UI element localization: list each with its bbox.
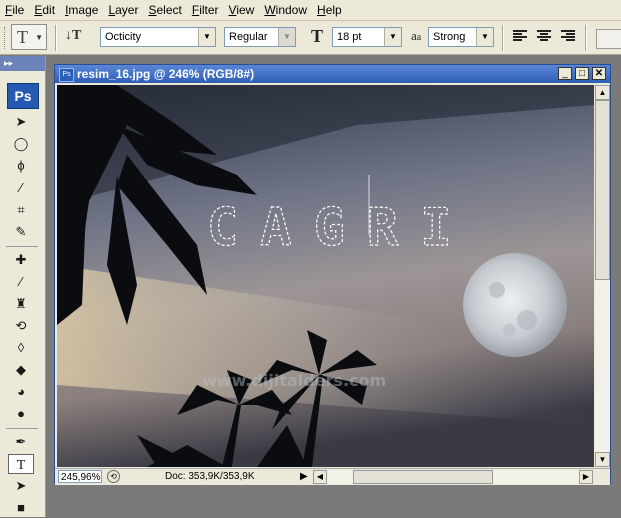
pen-tool-icon[interactable]: ✒: [8, 432, 34, 452]
toolbox: ▸▸ Ps ➤ ◯ ϕ ⁄ ⌗ ✎ ✚ ⁄ ♜ ⟲ ◊ ◆ ◕ ● ✒ T ➤ …: [0, 56, 46, 517]
align-left-icon[interactable]: [513, 29, 529, 45]
document-titlebar[interactable]: Ps resim_16.jpg @ 246% (RGB/8#) _ □ ✕: [55, 65, 610, 83]
toolbox-divider: [6, 246, 38, 247]
image-canvas[interactable]: CAGRI www.dijitalders.com: [57, 85, 594, 467]
menu-window[interactable]: Window: [259, 0, 312, 20]
type-mask-tool-icon: T: [17, 27, 28, 47]
minimize-button[interactable]: _: [558, 67, 572, 80]
font-size-icon: T: [311, 26, 324, 46]
scroll-down-icon[interactable]: ▼: [595, 452, 610, 467]
vertical-scrollbar[interactable]: ▲ ▼: [595, 85, 610, 467]
path-selection-icon[interactable]: ➤: [8, 476, 34, 496]
menu-filter-label: ilter: [199, 3, 219, 17]
options-divider: [55, 25, 57, 51]
scroll-right-icon[interactable]: ▶: [579, 470, 593, 484]
menu-bar: File Edit Image Layer Select Filter View…: [0, 0, 621, 21]
font-style-value: Regular: [229, 31, 268, 43]
menu-select[interactable]: Select: [143, 0, 186, 20]
horizontal-scrollbar[interactable]: ◀ ▶: [313, 470, 593, 484]
menu-file[interactable]: File: [0, 0, 29, 20]
moon: [463, 253, 567, 357]
status-bar: 245,96% ⟲ Doc: 353,9K/353,9K ▶ ◀ ▶: [55, 468, 610, 485]
align-right-icon[interactable]: [561, 29, 577, 45]
menu-file-label: ile: [12, 3, 25, 17]
doc-size: Doc: 353,9K/353,9K: [165, 471, 255, 482]
chevron-down-icon[interactable]: ▼: [198, 28, 215, 46]
menu-edit-label: dit: [42, 3, 56, 17]
menu-help-label: elp: [325, 3, 342, 17]
watermark: www.dijitalders.com: [202, 371, 386, 390]
healing-brush-icon[interactable]: ✚: [8, 250, 34, 270]
maximize-button[interactable]: □: [575, 67, 589, 80]
close-button[interactable]: ✕: [592, 67, 606, 80]
ps-document-icon: Ps: [59, 68, 74, 82]
dodge-tool-icon[interactable]: ●: [8, 404, 34, 424]
shape-tool-icon[interactable]: ■: [8, 498, 34, 518]
chevron-down-icon[interactable]: ▼: [278, 28, 295, 46]
menu-view-label: iew: [236, 3, 255, 17]
chevron-down-icon[interactable]: ▼: [384, 28, 401, 46]
magic-wand-tool-icon[interactable]: ⁄: [8, 178, 34, 198]
photo: CAGRI www.dijitalders.com: [57, 85, 594, 467]
font-style-select[interactable]: Regular ▼: [224, 27, 296, 47]
options-bar: T ▼ ↓T Octicity ▼ Regular ▼ T 18 pt ▼ aa…: [0, 21, 621, 55]
anti-alias-icon: aa: [411, 28, 421, 44]
slice-tool-icon[interactable]: ✎: [8, 222, 34, 242]
menu-layer[interactable]: Layer: [103, 0, 143, 20]
align-center-icon[interactable]: [537, 29, 553, 45]
options-divider: [585, 25, 587, 51]
toolbox-divider: [6, 428, 38, 429]
status-info-icon[interactable]: ⟲: [107, 470, 120, 483]
options-grip[interactable]: [4, 27, 8, 49]
menu-window-label: indow: [275, 3, 308, 17]
menu-image[interactable]: Image: [60, 0, 103, 20]
status-menu-arrow-icon[interactable]: ▶: [300, 471, 308, 482]
tool-preset-picker[interactable]: T ▼: [11, 24, 47, 50]
scroll-up-icon[interactable]: ▲: [595, 85, 610, 100]
toolbox-header[interactable]: ▸▸: [0, 56, 45, 71]
blur-tool-icon[interactable]: ◕: [8, 382, 34, 402]
text-orientation-icon[interactable]: ↓T: [65, 28, 81, 44]
marquee-tool-icon[interactable]: ◯: [8, 134, 34, 154]
menu-view[interactable]: View: [224, 0, 260, 20]
crop-tool-icon[interactable]: ⌗: [8, 200, 34, 220]
paint-bucket-icon[interactable]: ◆: [8, 360, 34, 380]
scroll-left-icon[interactable]: ◀: [313, 470, 327, 484]
anti-alias-select[interactable]: Strong ▼: [428, 27, 494, 47]
menu-window-accel: W: [264, 3, 276, 17]
menu-edit[interactable]: Edit: [29, 0, 60, 20]
menu-layer-label: ayer: [115, 3, 139, 17]
vertical-scroll-thumb[interactable]: [595, 100, 610, 280]
font-size-value: 18 pt: [337, 31, 362, 43]
font-size-select[interactable]: 18 pt ▼: [332, 27, 402, 47]
type-tool-icon[interactable]: T: [8, 454, 34, 474]
menu-help[interactable]: Help: [312, 0, 347, 20]
font-family-select[interactable]: Octicity ▼: [100, 27, 216, 47]
menu-filter[interactable]: Filter: [187, 0, 224, 20]
aa-label-sub: a: [416, 32, 422, 43]
font-family-value: Octicity: [105, 31, 142, 43]
history-brush-icon[interactable]: ⟲: [8, 316, 34, 336]
document-title: resim_16.jpg @ 246% (RGB/8#): [77, 67, 255, 81]
document-window: Ps resim_16.jpg @ 246% (RGB/8#) _ □ ✕ CA…: [54, 64, 611, 485]
brush-tool-icon[interactable]: ⁄: [8, 272, 34, 292]
palette-well[interactable]: [596, 29, 621, 49]
chevron-down-icon: ▼: [35, 33, 43, 42]
menu-help-accel: H: [317, 3, 326, 17]
options-divider: [502, 25, 504, 51]
chevron-down-icon[interactable]: ▼: [476, 28, 493, 46]
eraser-tool-icon[interactable]: ◊: [8, 338, 34, 358]
stamp-tool-icon[interactable]: ♜: [8, 294, 34, 314]
menu-image-label: mage: [68, 3, 99, 17]
text-mask-selection[interactable]: CAGRI: [206, 197, 474, 258]
move-tool-icon[interactable]: ➤: [8, 112, 34, 132]
anti-alias-value: Strong: [433, 31, 466, 43]
zoom-field[interactable]: 245,96%: [58, 470, 102, 483]
lasso-tool-icon[interactable]: ϕ: [8, 156, 34, 176]
menu-select-label: elect: [156, 3, 182, 17]
horizontal-scroll-thumb[interactable]: [353, 470, 493, 484]
photoshop-logo[interactable]: Ps: [7, 83, 39, 109]
